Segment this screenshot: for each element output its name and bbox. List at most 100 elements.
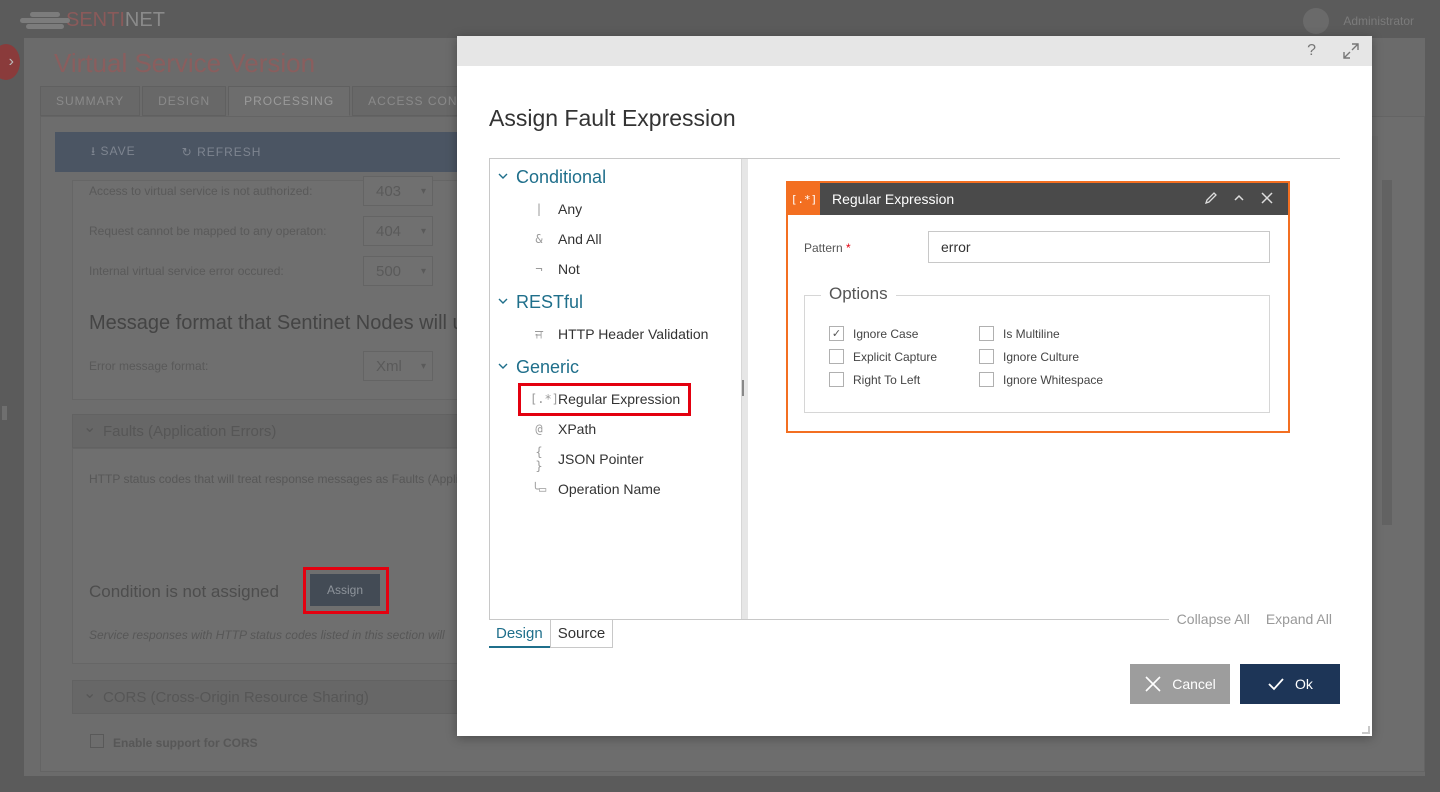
faults-section-header[interactable]: Faults (Application Errors) — [72, 414, 458, 448]
http-header-icon: ਜ — [535, 326, 543, 341]
cors-checkbox-label: Enable support for CORS — [113, 736, 258, 750]
tree-group-conditional[interactable]: Conditional — [498, 167, 606, 188]
regex-icon: [.*] — [530, 392, 559, 406]
tab-source[interactable]: Source — [549, 620, 614, 648]
page-toolbar: ⭳ SAVE ↻ REFRESH — [55, 132, 458, 172]
checkbox-checked-icon: ✓ — [829, 326, 844, 341]
tree-item-not[interactable]: ¬ Not — [530, 258, 580, 280]
checkbox-icon — [979, 349, 994, 364]
checkbox-icon — [979, 326, 994, 341]
tree-item-label: JSON Pointer — [558, 451, 644, 467]
option-label: Ignore Culture — [1003, 349, 1080, 364]
collapse-icon[interactable] — [1232, 191, 1246, 205]
tab-processing[interactable]: PROCESSING — [228, 86, 351, 116]
cancel-button[interactable]: Cancel — [1130, 664, 1230, 704]
tree-item-json-pointer[interactable]: { } JSON Pointer — [530, 445, 644, 473]
editor-view-tabs: Design Source — [489, 620, 614, 648]
regex-icon: [.*] — [788, 183, 820, 215]
checkbox-icon — [979, 372, 994, 387]
tree-group-label: Generic — [516, 357, 580, 377]
dialog-title: Assign Fault Expression — [489, 105, 736, 131]
error-format-label: Error message format: — [89, 359, 209, 373]
resize-grip-icon[interactable] — [1362, 726, 1370, 734]
xpath-icon: @ — [535, 422, 543, 436]
collapse-all-link[interactable]: Collapse All — [1177, 611, 1250, 627]
status-select[interactable]: 500 — [363, 256, 433, 286]
tab-design[interactable]: DESIGN — [142, 86, 227, 116]
tree-item-any[interactable]: | Any — [530, 198, 582, 220]
chevron-down-icon — [498, 298, 508, 304]
tree-item-and-all[interactable]: & And All — [530, 228, 602, 250]
tree-item-regular-expression[interactable]: [.*] Regular Expression — [530, 388, 680, 410]
chevron-down-icon — [498, 363, 508, 369]
assign-button[interactable]: Assign — [310, 574, 380, 606]
required-mark: * — [846, 241, 851, 255]
checkbox-icon — [829, 349, 844, 364]
sidebar-toggle-button[interactable]: › — [0, 44, 20, 80]
pattern-input[interactable] — [928, 231, 1270, 263]
dialog-title-bar: ? — [457, 36, 1372, 66]
tab-design[interactable]: Design — [489, 620, 550, 648]
help-button[interactable]: ? — [1307, 42, 1316, 60]
tree-group-generic[interactable]: Generic — [498, 357, 579, 378]
status-select[interactable]: 404 — [363, 216, 433, 246]
card-header: [.*] Regular Expression — [788, 183, 1288, 215]
not-icon: ¬ — [535, 262, 543, 276]
edit-icon[interactable] — [1204, 191, 1218, 205]
error-format-select[interactable]: Xml — [363, 351, 433, 381]
tree-item-operation-name[interactable]: ╰▭ Operation Name — [530, 478, 661, 500]
logo-text: SENTINET — [66, 8, 165, 31]
regular-expression-card: [.*] Regular Expression Pattern * Option… — [786, 181, 1290, 433]
expand-all-link[interactable]: Expand All — [1266, 611, 1332, 627]
card-title: Regular Expression — [832, 191, 955, 207]
save-label: SAVE — [100, 143, 136, 158]
design-canvas: [.*] Regular Expression Pattern * Option… — [748, 159, 1340, 619]
is-multiline-checkbox[interactable]: Is Multiline — [979, 326, 1060, 341]
sidebar-handle[interactable] — [2, 406, 7, 420]
cors-section-header[interactable]: CORS (Cross-Origin Resource Sharing) — [72, 680, 458, 714]
checkbox-icon — [829, 372, 844, 387]
user-name: Administrator — [1343, 14, 1414, 28]
expression-tree: Conditional | Any & And All ¬ Not RESTfu… — [490, 159, 742, 619]
option-label: Explicit Capture — [853, 349, 938, 364]
tree-item-label: Not — [558, 261, 580, 277]
maximize-icon[interactable] — [1342, 42, 1360, 60]
option-label: Right To Left — [853, 372, 921, 387]
tab-summary[interactable]: SUMMARY — [40, 86, 141, 116]
status-select[interactable]: 403 — [363, 176, 433, 206]
ignore-whitespace-checkbox[interactable]: Ignore Whitespace — [979, 372, 1103, 387]
ok-button[interactable]: Ok — [1240, 664, 1340, 704]
pattern-label: Pattern * — [804, 241, 851, 255]
close-icon — [1145, 676, 1161, 692]
faults-footer-note: Service responses with HTTP status codes… — [89, 628, 445, 642]
json-pointer-icon: { } — [535, 445, 543, 473]
tree-item-http-header-validation[interactable]: ਜ HTTP Header Validation — [530, 323, 708, 345]
expression-editor: Conditional | Any & And All ¬ Not RESTfu… — [489, 158, 1340, 627]
tree-item-label: XPath — [558, 421, 597, 437]
condition-status: Condition is not assigned — [89, 582, 279, 601]
explicit-capture-checkbox[interactable]: Explicit Capture — [829, 349, 937, 364]
ignore-culture-checkbox[interactable]: Ignore Culture — [979, 349, 1079, 364]
logo-mark-icon — [16, 10, 72, 30]
refresh-button[interactable]: ↻ REFRESH — [182, 145, 262, 159]
user-menu[interactable]: Administrator — [1303, 8, 1414, 34]
tree-item-label: And All — [558, 231, 602, 247]
right-to-left-checkbox[interactable]: Right To Left — [829, 372, 920, 387]
page-title: Virtual Service Version — [54, 48, 316, 78]
status-row-label: Internal virtual service error occured: — [89, 264, 284, 278]
tree-group-restful[interactable]: RESTful — [498, 292, 583, 313]
sentinet-logo: SENTINET — [16, 6, 176, 34]
faults-description: HTTP status codes that will treat respon… — [89, 472, 471, 486]
refresh-label: REFRESH — [197, 145, 262, 159]
splitter-grip-icon[interactable] — [742, 380, 744, 396]
ignore-case-checkbox[interactable]: ✓ Ignore Case — [829, 326, 918, 341]
tree-item-xpath[interactable]: @ XPath — [530, 418, 596, 440]
ok-label: Ok — [1295, 676, 1313, 692]
check-icon — [1268, 678, 1284, 691]
status-row-label: Access to virtual service is not authori… — [89, 184, 313, 198]
tree-expand-controls: Collapse All Expand All — [1168, 611, 1340, 627]
close-icon[interactable] — [1260, 191, 1274, 205]
cors-checkbox[interactable] — [90, 734, 104, 748]
save-button[interactable]: ⭳ SAVE — [91, 142, 136, 163]
page-scrollbar[interactable] — [1382, 180, 1392, 525]
